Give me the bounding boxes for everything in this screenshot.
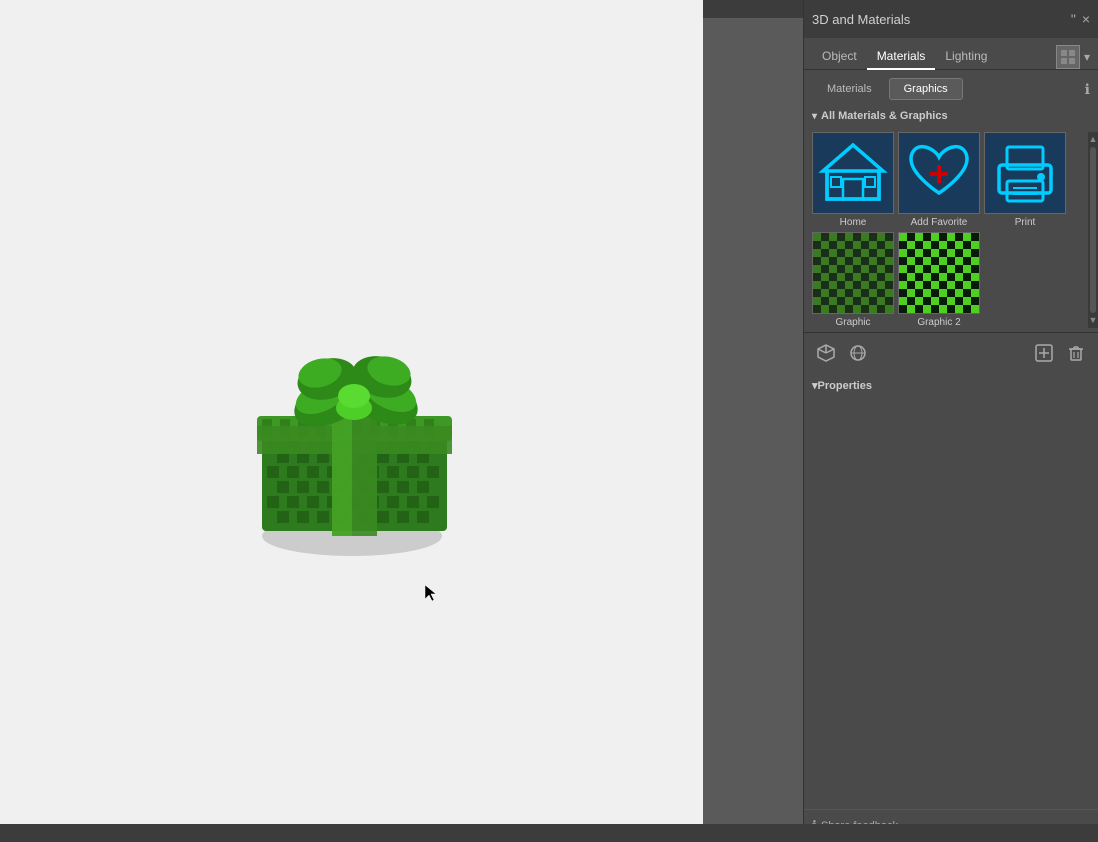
gift-box-canvas — [202, 271, 502, 571]
graphics-grid: Home Add Favorite — [812, 132, 1084, 328]
info-button[interactable]: ℹ — [1085, 81, 1090, 98]
tab-lighting[interactable]: Lighting — [935, 44, 997, 70]
3d-cube-icon — [816, 343, 836, 363]
properties-header[interactable]: ▾ Properties — [812, 373, 1090, 398]
tab-right-controls: ▾ — [1056, 45, 1090, 69]
add-icon — [1035, 344, 1053, 362]
thumbnail-preview[interactable] — [1056, 45, 1080, 69]
graphic-label-graphic: Graphic — [835, 317, 870, 328]
titlebar-controls: " × — [1071, 12, 1090, 26]
graphic-label-home: Home — [840, 217, 867, 228]
graphic-label-print: Print — [1015, 217, 1036, 228]
graphic-item-print[interactable]: Print — [984, 132, 1066, 228]
graphic-thumb-graphic2 — [898, 232, 980, 314]
trash-icon — [1067, 344, 1085, 362]
material-tool-button[interactable] — [844, 339, 872, 367]
scroll-track — [1090, 147, 1096, 313]
add-graphic-button[interactable] — [1030, 339, 1058, 367]
add-favorite-svg — [899, 133, 979, 213]
canvas-area — [0, 0, 703, 842]
scroll-down-arrow[interactable]: ▼ — [1089, 315, 1098, 326]
bottom-bar — [0, 824, 1098, 842]
graphic-label-add-favorite: Add Favorite — [911, 217, 968, 228]
3d-object-tool-button[interactable] — [812, 339, 840, 367]
grid-scrollbar[interactable]: ▲ ▼ — [1088, 132, 1098, 328]
graphic-thumb-add-favorite — [898, 132, 980, 214]
dropdown-arrow[interactable]: ▾ — [1084, 50, 1090, 64]
properties-section: ▾ Properties — [804, 373, 1098, 809]
delete-graphic-button[interactable] — [1062, 339, 1090, 367]
section-title: All Materials & Graphics — [821, 110, 948, 122]
graphic-thumb-home — [812, 132, 894, 214]
graphic-item-graphic2[interactable]: Graphic 2 — [898, 232, 980, 328]
main-tabs: Object Materials Lighting ▾ — [804, 38, 1098, 70]
sub-tab-materials[interactable]: Materials — [812, 78, 887, 100]
graphic2-pixel-svg — [899, 233, 979, 313]
collapse-button[interactable]: " — [1071, 12, 1076, 26]
graphic-thumb-graphic — [812, 232, 894, 314]
properties-label: Properties — [818, 380, 872, 392]
sub-tabs: Materials Graphics ℹ — [804, 70, 1098, 104]
graphic-item-add-favorite[interactable]: Add Favorite — [898, 132, 980, 228]
material-sphere-icon — [848, 343, 868, 363]
graphic-pixel-svg — [813, 233, 893, 313]
graphic-label-graphic2: Graphic 2 — [917, 317, 960, 328]
home-graphic-svg — [813, 133, 893, 213]
tab-materials[interactable]: Materials — [867, 44, 936, 70]
graphic-thumb-print — [984, 132, 1066, 214]
panel-3d-materials: 3D and Materials " × Object Materials Li… — [803, 0, 1098, 842]
graphic-item-home[interactable]: Home — [812, 132, 894, 228]
graphics-grid-container: Home Add Favorite — [804, 128, 1098, 332]
grid-view-icon — [1060, 49, 1076, 65]
gift-box-svg — [202, 271, 502, 571]
close-button[interactable]: × — [1082, 12, 1090, 26]
sub-tab-graphics[interactable]: Graphics — [889, 78, 963, 100]
graphic-item-graphic[interactable]: Graphic — [812, 232, 894, 328]
mouse-cursor — [425, 585, 437, 601]
section-all-materials[interactable]: ▾ All Materials & Graphics — [804, 104, 1098, 128]
bottom-toolbar — [804, 332, 1098, 373]
print-svg — [985, 133, 1065, 213]
section-arrow: ▾ — [812, 111, 817, 122]
panel-titlebar: 3D and Materials " × — [804, 0, 1098, 38]
scroll-up-arrow[interactable]: ▲ — [1089, 134, 1098, 145]
panel-title: 3D and Materials — [812, 12, 910, 27]
tab-object[interactable]: Object — [812, 44, 867, 70]
